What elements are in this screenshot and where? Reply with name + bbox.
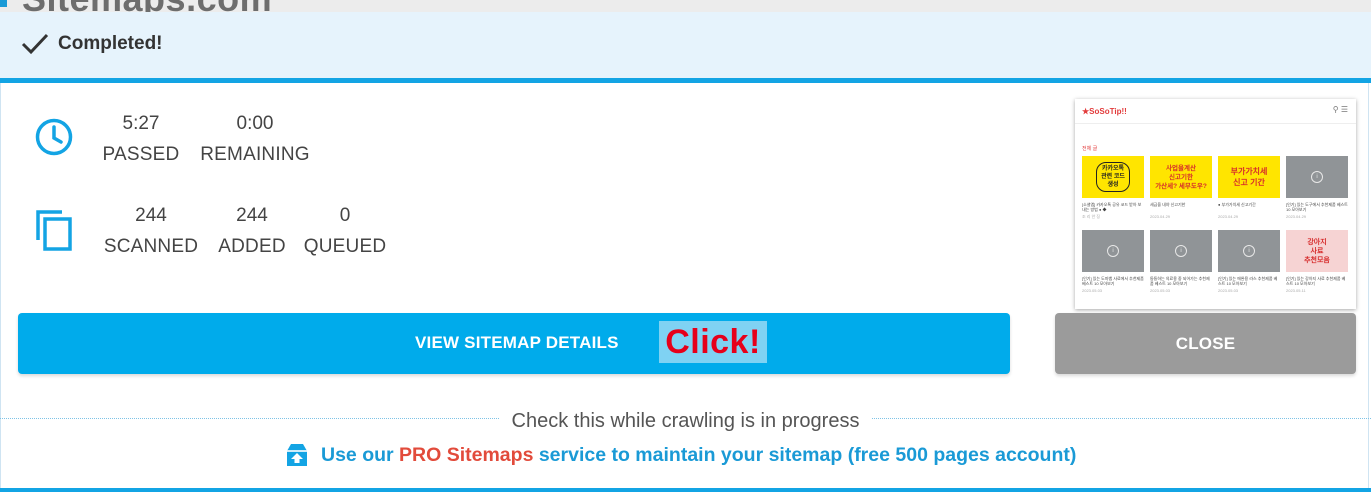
- info-icon: i: [1107, 245, 1119, 257]
- stat-remaining: 0:00 REMAINING: [200, 112, 310, 167]
- card-date: 2023.04.29: [1286, 214, 1307, 219]
- click-annotation: Click!: [659, 321, 767, 363]
- dialog-header: Completed!: [0, 12, 1371, 83]
- card-image: 강아지 사료 추천모음: [1286, 230, 1348, 272]
- card-image-text: 강아지 사료 추천모음: [1304, 238, 1330, 264]
- logo-mark: [0, 0, 7, 7]
- preview-divider: [1075, 123, 1356, 124]
- stat-label: QUEUED: [303, 236, 387, 257]
- card-caption: [인기] 있는 도구에서 추천제품 베스트 10 모아보기: [1286, 202, 1348, 212]
- clock-icon: [35, 118, 73, 156]
- info-icon: i: [1311, 171, 1323, 183]
- stat-value: 0: [339, 205, 351, 226]
- preview-section-label: 전체 글: [1082, 146, 1098, 152]
- copy-pages-icon: [36, 210, 72, 251]
- info-icon: i: [1175, 245, 1187, 257]
- card-date: 2023.04.29: [1218, 214, 1239, 219]
- close-button-label: CLOSE: [1175, 333, 1236, 353]
- card-date: 2023.04.29: [1150, 214, 1171, 219]
- view-sitemap-details-label: VIEW SITEMAP DETAILS: [415, 333, 619, 352]
- stat-scanned: 244 SCANNED: [96, 204, 206, 259]
- crawl-note-text: Check this while crawling is in progress: [499, 410, 872, 432]
- crawl-note: Check this while crawling is in progress: [0, 410, 1371, 433]
- card-caption: ● 부가가치세 신고기간: [1218, 202, 1256, 207]
- preview-header-icons: ⚲ ☰: [1332, 105, 1348, 114]
- stat-value: 244: [135, 205, 167, 226]
- card-image: 부가가치세 신고 기간: [1218, 156, 1280, 198]
- preview-site-logo: ★SoSoTip!!: [1082, 107, 1127, 116]
- preview-card: i [인기] 있는 애완용 라스 추천제품 베스트 10 모아보기 2023.0…: [1218, 230, 1280, 293]
- stat-label: SCANNED: [103, 236, 199, 257]
- card-date: 조 리 안 징: [1082, 214, 1101, 219]
- card-caption: 둥둥하는 의료용 중 되어가는 추천제품 베스트 10 모아보기: [1150, 276, 1210, 286]
- promo-text-part3: service to maintain your sitemap (free 5…: [533, 443, 1077, 466]
- card-caption: [소셜앱] 카카오톡 공유 코드 받아 보내는 방법 ● ◆: [1082, 202, 1142, 212]
- card-image-text: 부가가치세 신고 기간: [1230, 167, 1268, 187]
- card-caption: [인기] 있는 강아지 사료 추천제품 베스트 10 모아보기: [1286, 276, 1346, 286]
- card-date: 2023.05.11: [1286, 288, 1306, 293]
- preview-card: i [인기] 있는 도구에서 추천제품 베스트 10 모아보기 2023.04.…: [1286, 156, 1348, 219]
- card-date: 2023.05.03: [1218, 288, 1239, 293]
- upload-cloud-icon: [287, 444, 307, 466]
- card-image: 카카오톡 관련 코드 생성: [1082, 156, 1144, 198]
- card-caption: 세금을 내야 신고기한: [1150, 202, 1186, 207]
- site-logo-text: Sitemaps.com: [22, 0, 272, 12]
- card-image: i: [1218, 230, 1280, 272]
- card-date: 2023.05.03: [1082, 288, 1103, 293]
- card-date: 2023.05.03: [1150, 288, 1171, 293]
- checkmark-icon: [21, 33, 49, 55]
- dialog-title: Completed!: [58, 33, 163, 54]
- preview-card: 강아지 사료 추천모음 [인기] 있는 강아지 사료 추천제품 베스트 10 모…: [1286, 230, 1348, 293]
- stat-label: PASSED: [102, 144, 180, 165]
- promo-text-part1: Use our: [321, 443, 400, 466]
- view-sitemap-details-button[interactable]: VIEW SITEMAP DETAILS: [18, 313, 1010, 374]
- background-site-header: Sitemaps.com: [0, 0, 1371, 12]
- preview-card: i 둥둥하는 의료용 중 되어가는 추천제품 베스트 10 모아보기 2023.…: [1150, 230, 1212, 293]
- preview-card: i [인기] 있는 도마뱀 사료에서 추천제품 베스트 10 모아보기 2023…: [1082, 230, 1144, 293]
- card-image: 사업을계산 신고기한 가산세? 세무도우?: [1150, 156, 1212, 198]
- site-preview-thumbnail: ★SoSoTip!! ⚲ ☰ 전체 글 카카오톡 관련 코드 생성 [소셜앱] …: [1075, 99, 1356, 309]
- card-image-text: 사업을계산 신고기한 가산세? 세무도우?: [1155, 164, 1207, 190]
- dialog-bottom-border: [0, 488, 1371, 492]
- stat-value: 5:27: [122, 113, 160, 134]
- preview-card: 카카오톡 관련 코드 생성 [소셜앱] 카카오톡 공유 코드 받아 보내는 방법…: [1082, 156, 1144, 220]
- stat-passed: 5:27 PASSED: [86, 112, 196, 167]
- pro-sitemaps-promo-link[interactable]: Use our PRO Sitemaps service to maintain…: [284, 441, 1076, 469]
- close-button[interactable]: CLOSE: [1055, 313, 1356, 374]
- preview-card: 사업을계산 신고기한 가산세? 세무도우? 세금을 내야 신고기한 2023.0…: [1150, 156, 1212, 219]
- card-image: i: [1286, 156, 1348, 198]
- card-image-text: 카카오톡 관련 코드 생성: [1096, 162, 1130, 192]
- card-caption: [인기] 있는 애완용 라스 추천제품 베스트 10 모아보기: [1218, 276, 1278, 286]
- card-image: i: [1150, 230, 1212, 272]
- card-caption: [인기] 있는 도마뱀 사료에서 추천제품 베스트 10 모아보기: [1082, 276, 1144, 286]
- promo-pro-sitemaps: PRO Sitemaps: [399, 443, 534, 466]
- stat-queued: 0 QUEUED: [290, 204, 400, 259]
- card-image: i: [1082, 230, 1144, 272]
- preview-card: 부가가치세 신고 기간 ● 부가가치세 신고기간 2023.04.29: [1218, 156, 1280, 219]
- info-icon: i: [1243, 245, 1255, 257]
- promo-text: Use our PRO Sitemaps service to maintain…: [321, 444, 1076, 467]
- stat-label: REMAINING: [200, 144, 310, 165]
- stat-value: 0:00: [236, 113, 274, 134]
